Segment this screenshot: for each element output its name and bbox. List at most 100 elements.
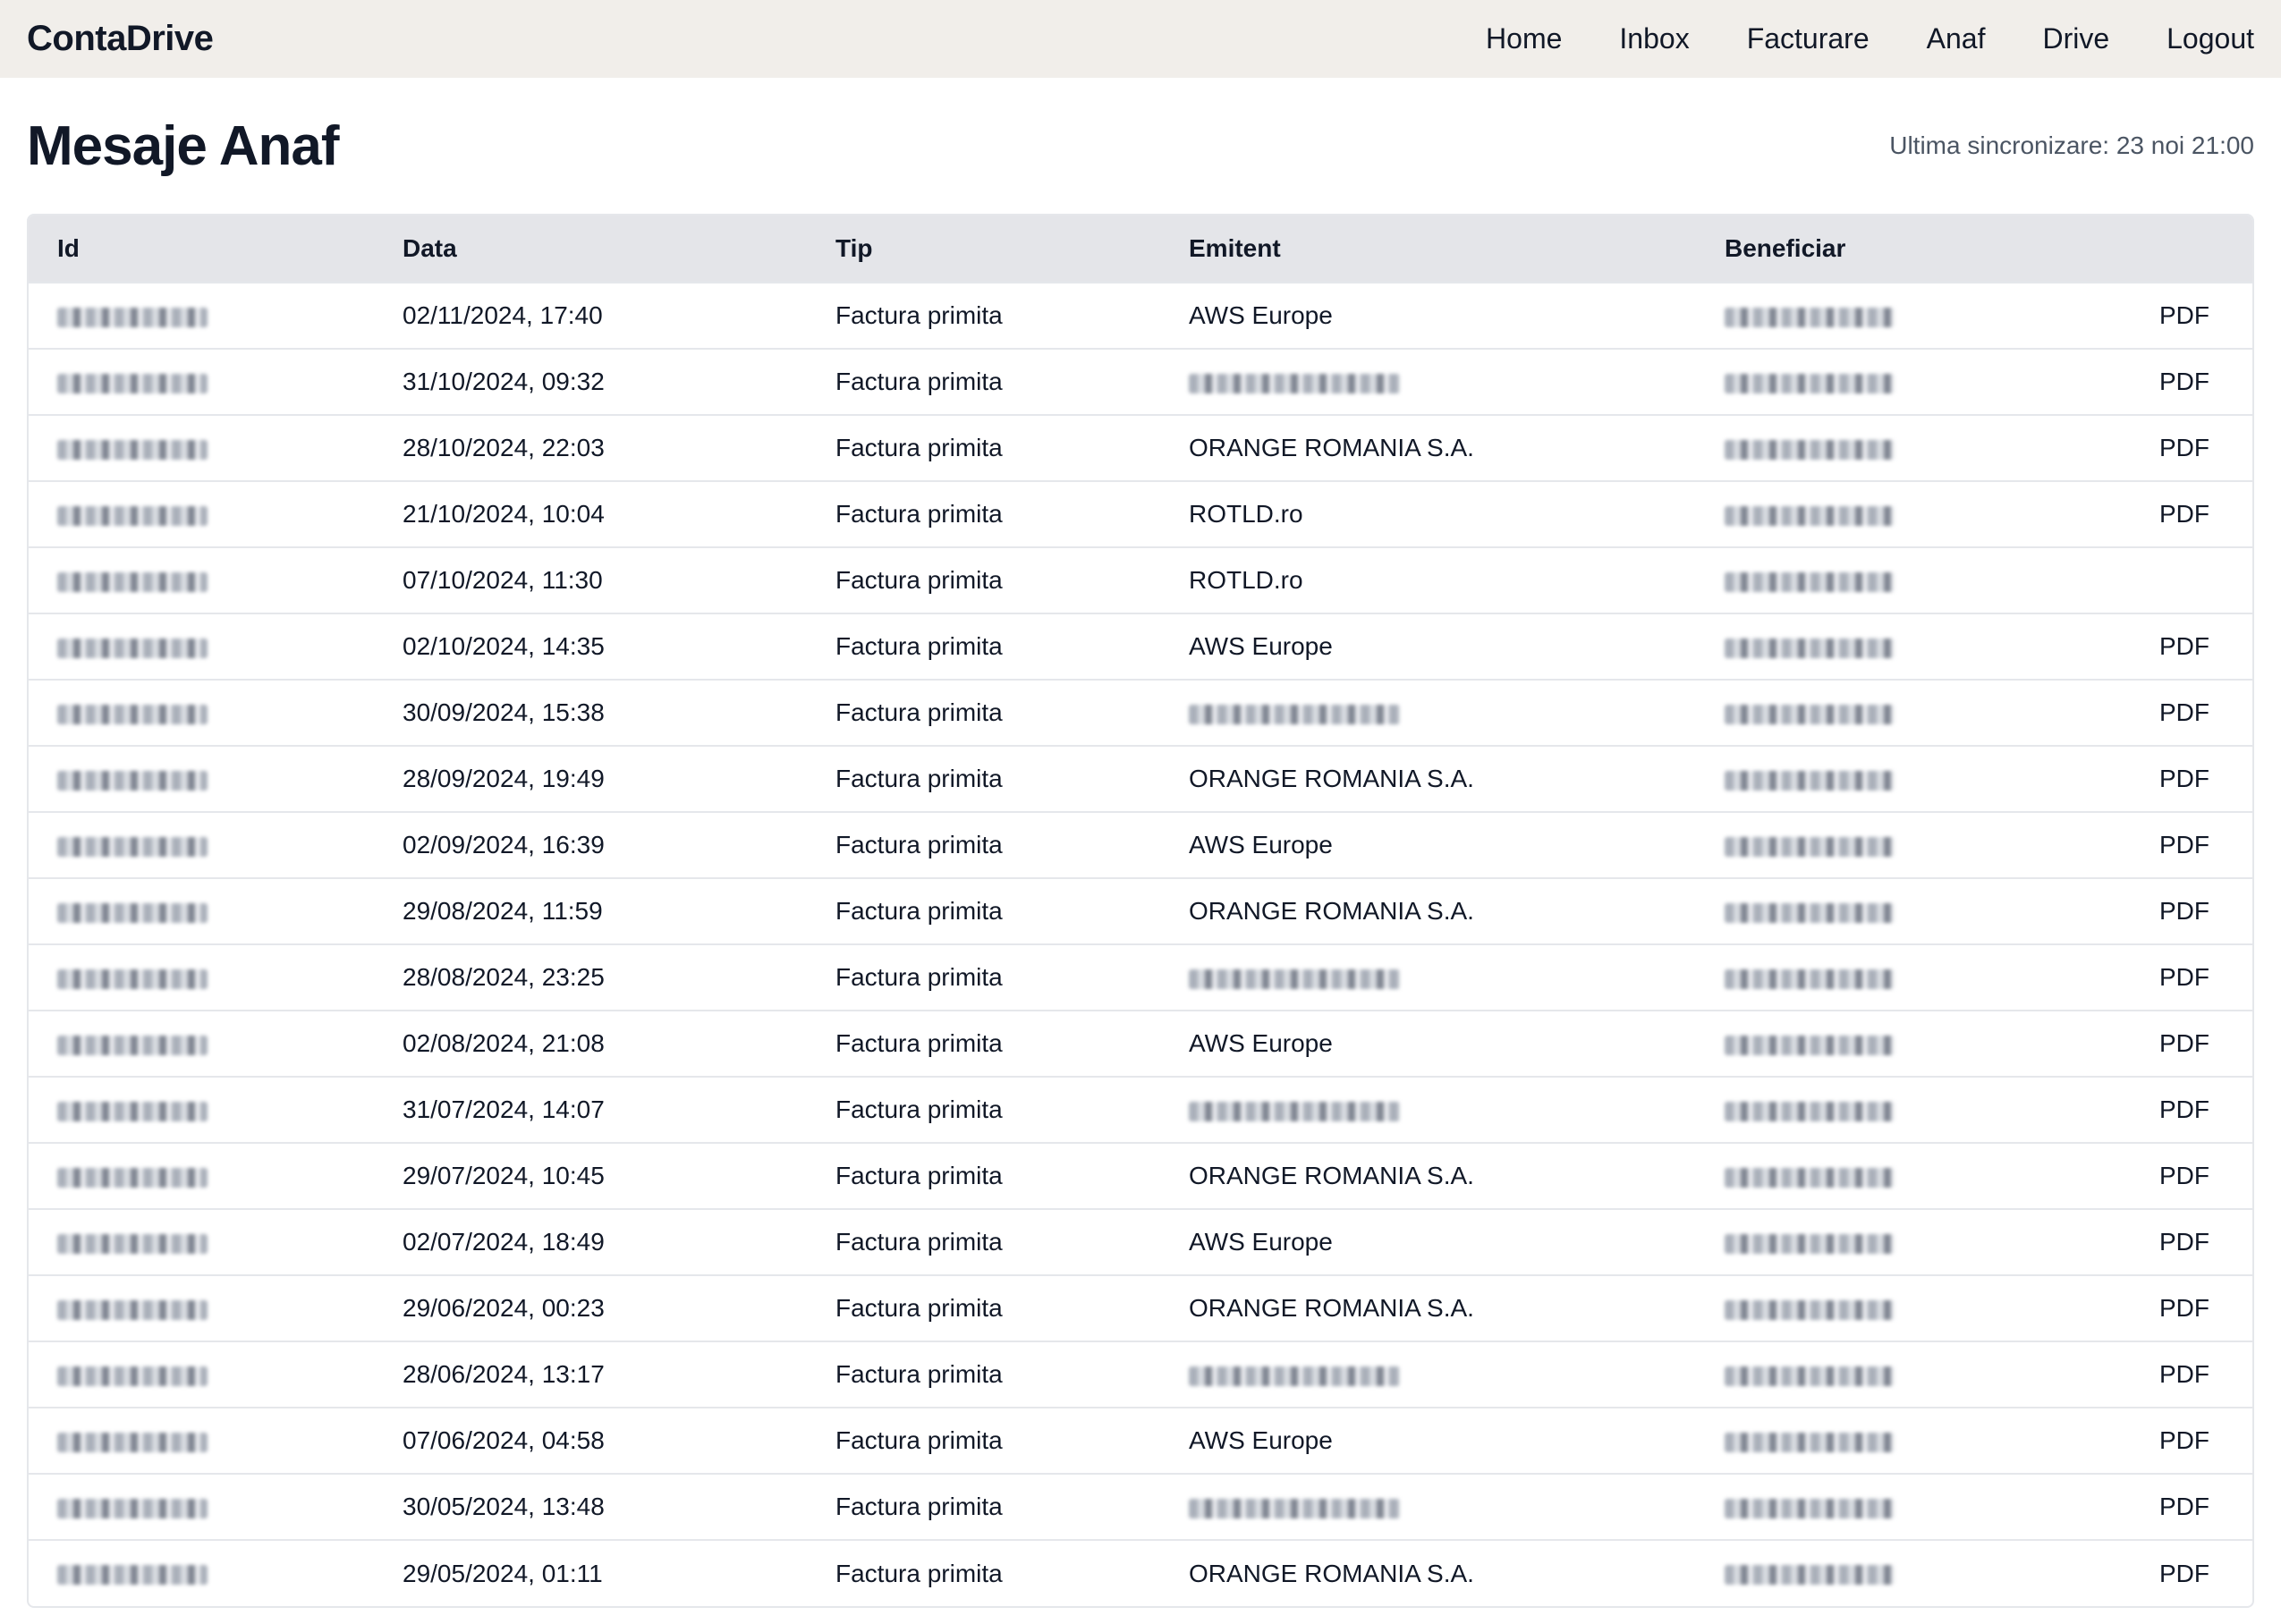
redacted-id <box>57 373 208 393</box>
cell-data: 02/11/2024, 17:40 <box>403 301 603 329</box>
table-row[interactable]: 31/10/2024, 09:32 Factura primita PDF <box>29 349 2252 415</box>
cell-actions: PDF <box>2054 1275 2252 1341</box>
cell-id <box>29 1474 374 1540</box>
cell-emitent: ORANGE ROMANIA S.A. <box>1189 1162 1474 1189</box>
cell-actions: PDF <box>2054 812 2252 878</box>
table-row[interactable]: 02/10/2024, 14:35 Factura primita AWS Euro… <box>29 613 2252 680</box>
pdf-download-link[interactable]: PDF <box>2159 632 2209 660</box>
table-row[interactable]: 02/08/2024, 21:08 Factura primita AWS Euro… <box>29 1011 2252 1077</box>
nav-facturare-link[interactable]: Facturare <box>1747 22 1870 55</box>
cell-beneficiar <box>1696 1474 2054 1540</box>
pdf-download-link[interactable]: PDF <box>2159 368 2209 395</box>
cell-id <box>29 283 374 349</box>
redacted-beneficiar <box>1725 1432 1895 1452</box>
cell-actions: PDF <box>2054 680 2252 746</box>
cell-emitent: AWS Europe <box>1189 1426 1333 1454</box>
pdf-download-link[interactable]: PDF <box>2159 1493 2209 1520</box>
pdf-download-link[interactable]: PDF <box>2159 301 2209 329</box>
redacted-id <box>57 836 208 857</box>
redacted-beneficiar <box>1725 1498 1895 1518</box>
table-row[interactable]: 29/08/2024, 11:59 Factura primita ORANGE R… <box>29 878 2252 944</box>
cell-actions: PDF <box>2054 283 2252 349</box>
top-navbar: ContaDrive Home Inbox Facturare Anaf Dri… <box>0 0 2281 78</box>
table-row[interactable]: 28/10/2024, 22:03 Factura primita ORANGE R… <box>29 415 2252 481</box>
nav-home-link[interactable]: Home <box>1486 22 1562 55</box>
messages-table: Id Data Tip Emitent Beneficiar 02/11/202… <box>29 216 2252 1606</box>
cell-emitent <box>1160 944 1696 1011</box>
pdf-download-link[interactable]: PDF <box>2159 897 2209 925</box>
nav-drive-link[interactable]: Drive <box>2042 22 2109 55</box>
cell-tip: Factura primita <box>835 500 1003 528</box>
table-row[interactable]: 28/08/2024, 23:25 Factura primita PDF <box>29 944 2252 1011</box>
table-row[interactable]: 29/06/2024, 00:23 Factura primita ORANGE R… <box>29 1275 2252 1341</box>
table-row[interactable]: 29/05/2024, 01:11 Factura primita ORANGE R… <box>29 1540 2252 1606</box>
cell-beneficiar <box>1696 415 2054 481</box>
table-row[interactable]: 07/10/2024, 11:30 Factura primita ROTLD.ro <box>29 547 2252 613</box>
table-row[interactable]: 02/11/2024, 17:40 Factura primita AWS Euro… <box>29 283 2252 349</box>
pdf-download-link[interactable]: PDF <box>2159 500 2209 528</box>
cell-actions: PDF <box>2054 1077 2252 1143</box>
pdf-download-link[interactable]: PDF <box>2159 765 2209 792</box>
pdf-download-link[interactable]: PDF <box>2159 1162 2209 1189</box>
cell-tip: Factura primita <box>835 1162 1003 1189</box>
pdf-download-link[interactable]: PDF <box>2159 963 2209 991</box>
pdf-download-link[interactable]: PDF <box>2159 698 2209 726</box>
cell-tip: Factura primita <box>835 632 1003 660</box>
cell-actions: PDF <box>2054 1474 2252 1540</box>
pdf-download-link[interactable]: PDF <box>2159 1360 2209 1388</box>
cell-beneficiar <box>1696 1341 2054 1408</box>
cell-id <box>29 1143 374 1209</box>
pdf-download-link[interactable]: PDF <box>2159 1426 2209 1454</box>
pdf-download-link[interactable]: PDF <box>2159 1029 2209 1057</box>
cell-actions: PDF <box>2054 613 2252 680</box>
cell-actions: PDF <box>2054 878 2252 944</box>
table-row[interactable]: 30/09/2024, 15:38 Factura primita PDF <box>29 680 2252 746</box>
table-row[interactable]: 02/09/2024, 16:39 Factura primita AWS Euro… <box>29 812 2252 878</box>
redacted-id <box>57 505 208 526</box>
cell-tip: Factura primita <box>835 831 1003 859</box>
cell-actions: PDF <box>2054 1540 2252 1606</box>
cell-actions <box>2054 547 2252 613</box>
cell-data: 28/09/2024, 19:49 <box>403 765 605 792</box>
nav-logout-link[interactable]: Logout <box>2167 22 2254 55</box>
nav-anaf-link[interactable]: Anaf <box>1927 22 1986 55</box>
table-row[interactable]: 02/07/2024, 18:49 Factura primita AWS Euro… <box>29 1209 2252 1275</box>
cell-actions: PDF <box>2054 415 2252 481</box>
table-row[interactable]: 30/05/2024, 13:48 Factura primita PDF <box>29 1474 2252 1540</box>
pdf-download-link[interactable]: PDF <box>2159 1294 2209 1322</box>
cell-data: 29/06/2024, 00:23 <box>403 1294 605 1322</box>
cell-id <box>29 878 374 944</box>
cell-actions: PDF <box>2054 481 2252 547</box>
redacted-beneficiar <box>1725 1101 1895 1121</box>
table-row[interactable]: 31/07/2024, 14:07 Factura primita PDF <box>29 1077 2252 1143</box>
cell-id <box>29 1540 374 1606</box>
cell-id <box>29 1275 374 1341</box>
cell-tip: Factura primita <box>835 1095 1003 1123</box>
table-row[interactable]: 07/06/2024, 04:58 Factura primita AWS Euro… <box>29 1408 2252 1474</box>
cell-tip: Factura primita <box>835 301 1003 329</box>
pdf-download-link[interactable]: PDF <box>2159 1228 2209 1256</box>
nav-inbox-link[interactable]: Inbox <box>1619 22 1689 55</box>
page-header: Mesaje Anaf Ultima sincronizare: 23 noi … <box>0 78 2281 214</box>
cell-actions: PDF <box>2054 746 2252 812</box>
redacted-id <box>57 704 208 724</box>
pdf-download-link[interactable]: PDF <box>2159 831 2209 859</box>
redacted-id <box>57 439 208 460</box>
pdf-download-link[interactable]: PDF <box>2159 1095 2209 1123</box>
cell-emitent: ROTLD.ro <box>1189 566 1303 594</box>
table-row[interactable]: 28/06/2024, 13:17 Factura primita PDF <box>29 1341 2252 1408</box>
redacted-beneficiar <box>1725 1233 1895 1254</box>
pdf-download-link[interactable]: PDF <box>2159 1560 2209 1587</box>
redacted-beneficiar <box>1725 1035 1895 1055</box>
cell-beneficiar <box>1696 547 2054 613</box>
cell-tip: Factura primita <box>835 1360 1003 1388</box>
redacted-id <box>57 1167 208 1188</box>
pdf-download-link[interactable]: PDF <box>2159 434 2209 461</box>
cell-id <box>29 746 374 812</box>
cell-id <box>29 349 374 415</box>
table-row[interactable]: 29/07/2024, 10:45 Factura primita ORANGE R… <box>29 1143 2252 1209</box>
cell-data: 28/06/2024, 13:17 <box>403 1360 605 1388</box>
brand-logo-text[interactable]: ContaDrive <box>27 19 214 59</box>
table-row[interactable]: 28/09/2024, 19:49 Factura primita ORANGE R… <box>29 746 2252 812</box>
table-row[interactable]: 21/10/2024, 10:04 Factura primita ROTLD.ro… <box>29 481 2252 547</box>
